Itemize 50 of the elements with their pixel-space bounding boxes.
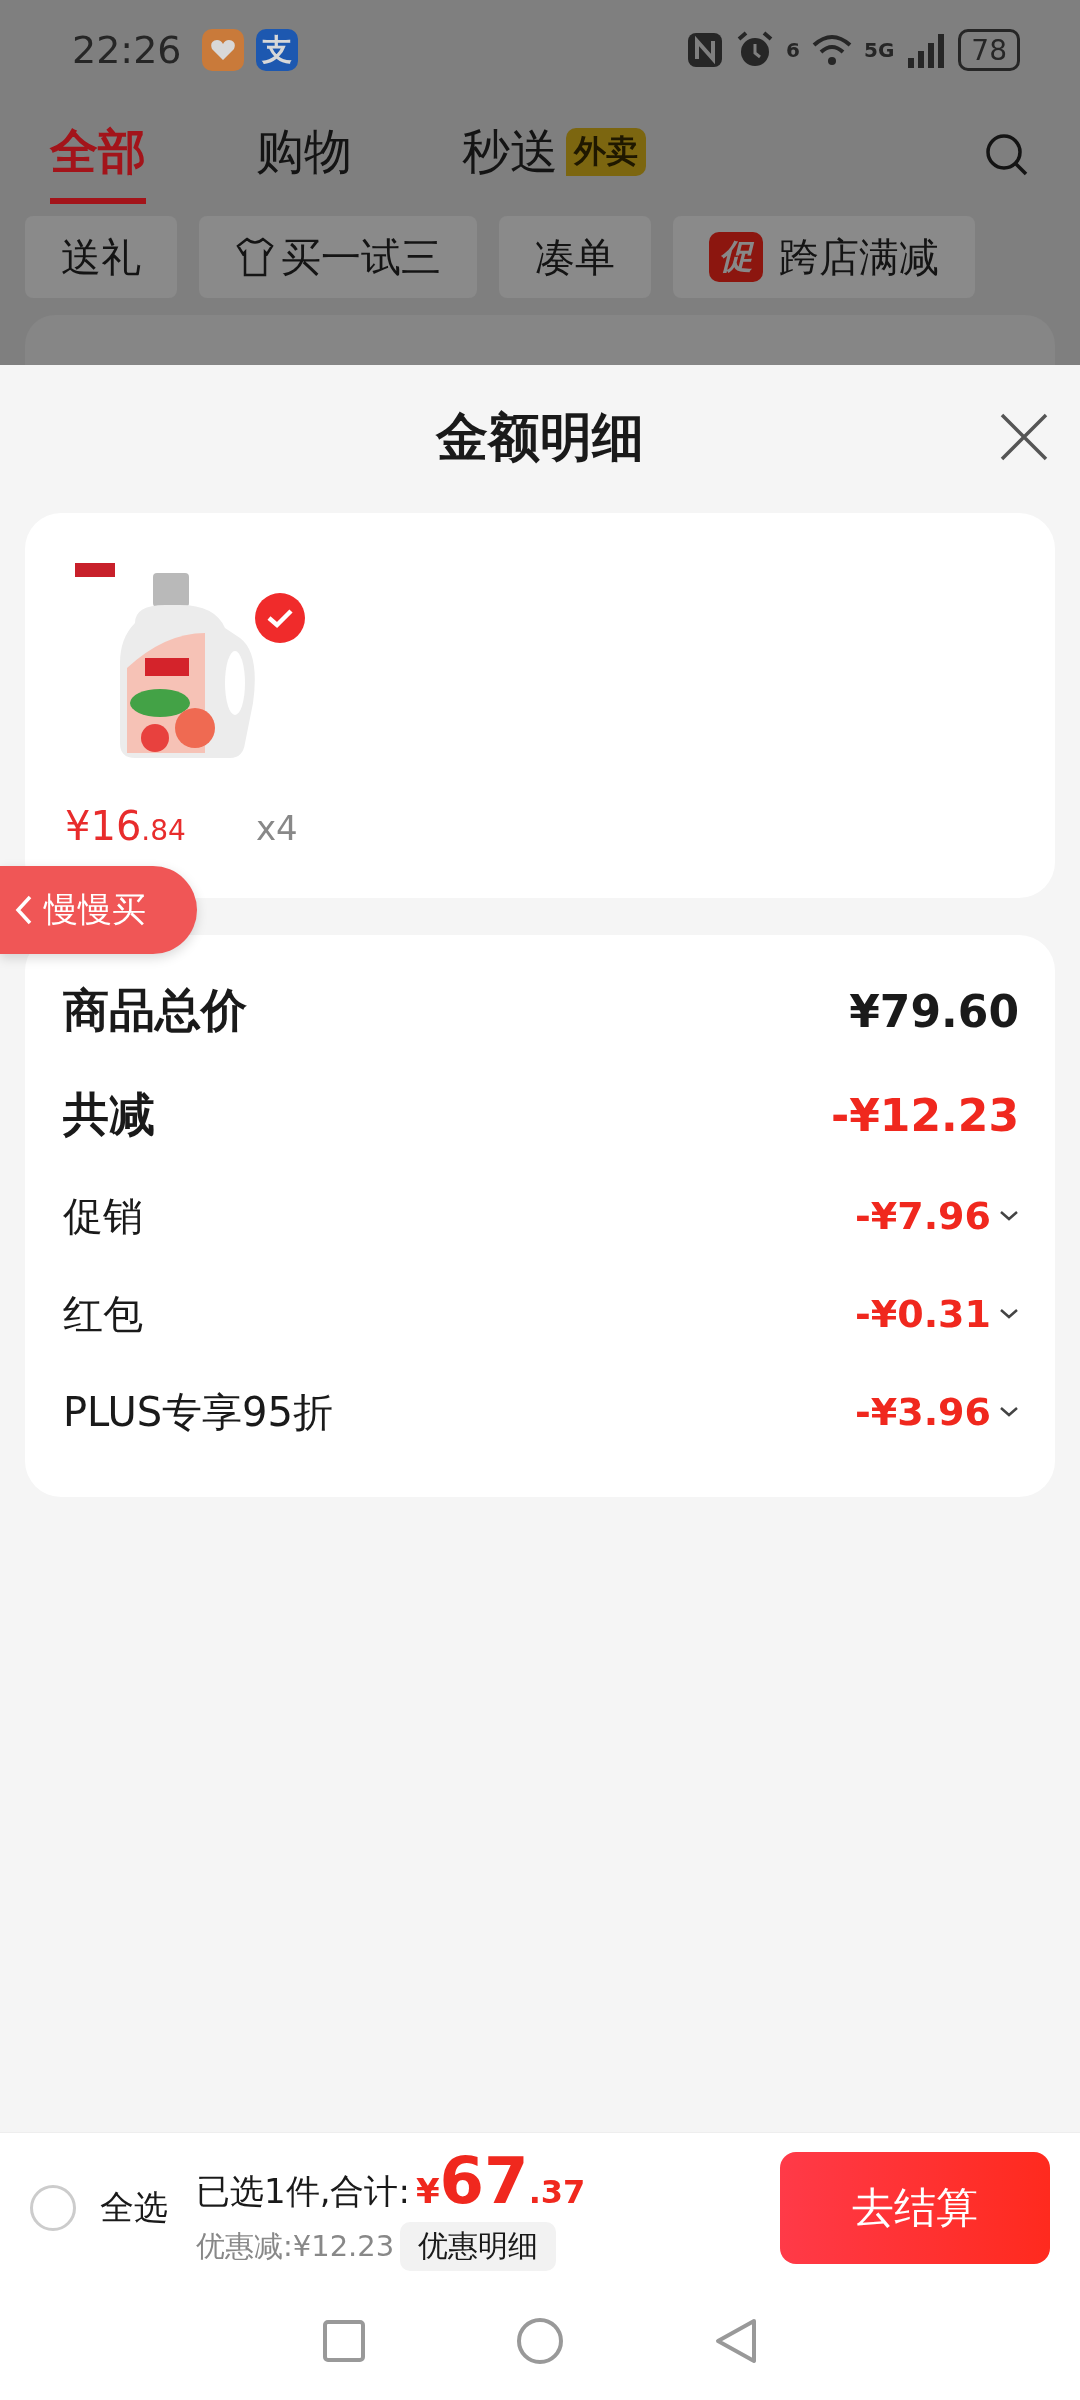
battery-indicator: 78: [958, 29, 1020, 71]
network-label: 5G: [864, 38, 895, 62]
category-tab[interactable]: 购物: [256, 106, 352, 204]
total-price: ¥67.37: [415, 2144, 586, 2218]
item-quantity: x4: [255, 808, 298, 848]
summary-label: PLUS专享95折: [63, 1387, 333, 1437]
chevron-left-icon: [14, 894, 34, 926]
summary-label: 红包: [63, 1289, 143, 1339]
sheet-title: 金额明细: [436, 406, 644, 469]
discount-amount[interactable]: -¥3.96: [855, 1390, 1019, 1434]
nfc-icon: [686, 31, 725, 69]
summary-label: 促销: [63, 1191, 143, 1241]
promo-tag: 促: [709, 232, 763, 282]
filter-chip[interactable]: 买一试三: [199, 216, 477, 298]
takeout-badge: 外卖: [566, 128, 646, 176]
filter-chip[interactable]: 凑单: [499, 216, 651, 298]
selected-summary: 已选1件,合计:: [196, 2170, 410, 2213]
chevron-down-icon: [999, 1406, 1019, 1418]
checkout-button[interactable]: 去结算: [780, 2151, 1050, 2264]
discount-summary: 优惠减:¥12.23: [196, 2228, 395, 2265]
back-icon[interactable]: [714, 2317, 758, 2365]
summary-label: 商品总价: [63, 982, 247, 1039]
status-time: 22:26: [72, 28, 182, 72]
discount-amount[interactable]: -¥0.31: [855, 1292, 1019, 1336]
discount-amount[interactable]: -¥7.96: [855, 1194, 1019, 1238]
floating-button[interactable]: 慢慢买: [0, 866, 197, 954]
home-icon[interactable]: [516, 2317, 564, 2365]
chevron-down-icon: [999, 1308, 1019, 1320]
search-icon[interactable]: [984, 132, 1030, 178]
select-all-label: 全选: [100, 2185, 168, 2229]
category-tab[interactable]: 秒送 外卖: [462, 106, 646, 204]
summary-label: 共减: [63, 1086, 155, 1143]
wifi-icon: [812, 33, 852, 67]
signal-icon: [906, 32, 947, 68]
shirt-icon: [235, 236, 275, 278]
wifi-label: 6: [786, 38, 800, 62]
summary-amount: ¥79.60: [849, 985, 1019, 1037]
discount-detail-button[interactable]: 优惠明细: [400, 2222, 557, 2271]
filter-chip[interactable]: 促 跨店满减: [673, 216, 975, 298]
heart-app-icon: [201, 29, 244, 71]
filter-chip[interactable]: 送礼: [25, 216, 177, 298]
item-price: ¥16.84: [65, 803, 186, 849]
select-all-checkbox[interactable]: [30, 2184, 76, 2231]
chevron-down-icon: [999, 1210, 1019, 1222]
close-button[interactable]: [998, 411, 1050, 463]
summary-amount: -¥12.23: [830, 1089, 1019, 1141]
recent-apps-icon[interactable]: [322, 2319, 366, 2363]
alarm-icon: [736, 31, 775, 69]
check-icon: [266, 607, 294, 629]
payment-app-icon: 支: [255, 29, 298, 71]
